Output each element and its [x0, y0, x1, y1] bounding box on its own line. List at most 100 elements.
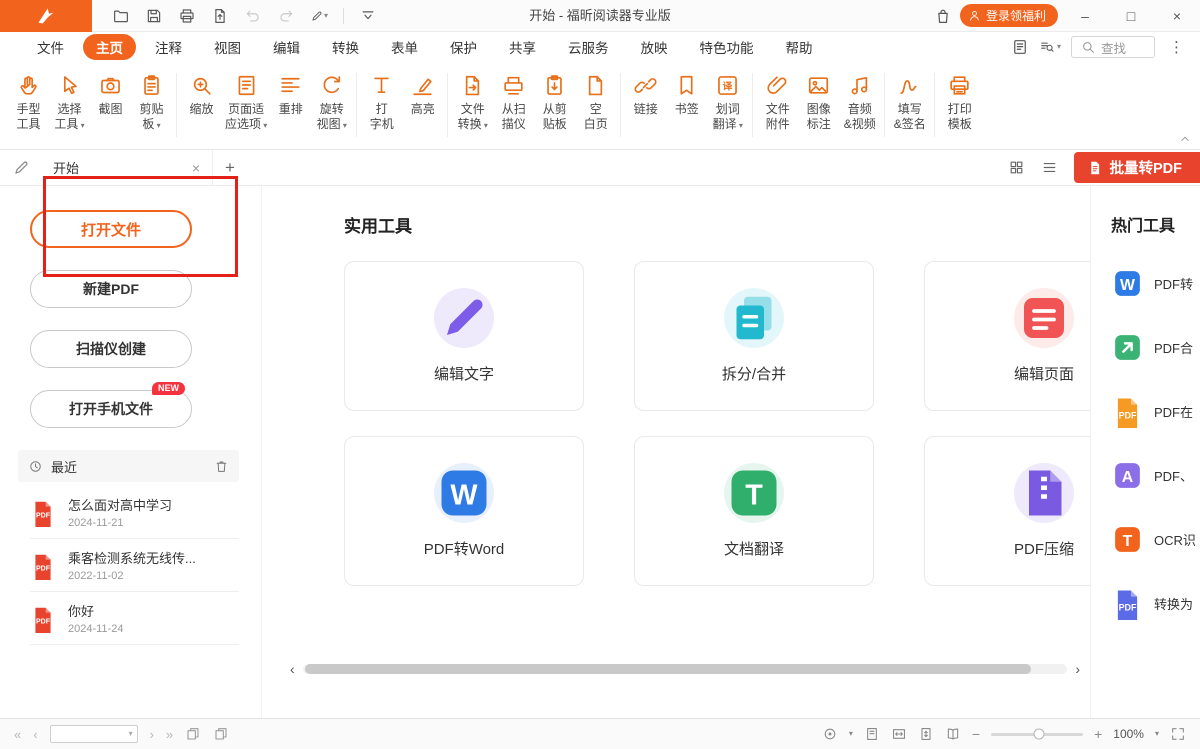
ribbon-tool-rotate-view[interactable]: 旋转视图 ▾ [311, 69, 352, 147]
ribbon-tool-blank-page[interactable]: 空白页 [575, 69, 616, 147]
ribbon-tool-page-fit-options[interactable]: 页面适应选项 ▾ [222, 69, 270, 147]
scrollbar-track[interactable] [303, 664, 1068, 674]
ribbon-tool-word-translate[interactable]: 译划词翻译 ▾ [707, 69, 748, 147]
first-page-button[interactable]: « [14, 728, 21, 741]
ribbon-tool-select-tool[interactable]: 选择工具 ▾ [49, 69, 90, 147]
open-folder-icon[interactable] [112, 7, 130, 25]
menu-item-home[interactable]: 主页 [83, 34, 136, 60]
ribbon-tool-snapshot[interactable]: 截图 [90, 69, 131, 147]
book-view-icon[interactable] [945, 726, 961, 742]
grid-view-icon[interactable] [1008, 159, 1025, 176]
hot-convert-to-pdf[interactable]: PDF转换为 [1111, 587, 1200, 620]
menu-item-help[interactable]: 帮助 [773, 34, 826, 60]
fullscreen-icon[interactable] [1170, 726, 1186, 742]
export-icon[interactable] [211, 7, 229, 25]
zoom-slider[interactable] [991, 733, 1083, 736]
fit-page-icon[interactable] [918, 726, 934, 742]
tool-card-pdf-to-word[interactable]: WPDF转Word [344, 436, 584, 586]
zoom-out-button[interactable]: − [972, 727, 980, 741]
open-file-button[interactable]: 打开文件 [30, 210, 192, 248]
hot-ocr[interactable]: TOCR识 [1111, 523, 1200, 556]
menu-item-protect[interactable]: 保护 [437, 34, 490, 60]
recent-file-item[interactable]: PDF你好2024-11-24 [30, 592, 239, 645]
menu-item-convert[interactable]: 转换 [319, 34, 372, 60]
tool-card-edit-text[interactable]: 编辑文字 [344, 261, 584, 411]
page-number-input[interactable]: ▾ [50, 725, 138, 743]
ribbon-tool-link[interactable]: 链接 [625, 69, 666, 147]
ribbon-tool-highlight[interactable]: 高亮 [402, 69, 443, 147]
menu-item-share[interactable]: 共享 [496, 34, 549, 60]
next-page-button[interactable]: › [150, 728, 154, 741]
ribbon-tool-typewriter[interactable]: 打字机 [361, 69, 402, 147]
ribbon-tool-file-attachment[interactable]: 文件附件 [757, 69, 798, 147]
zoom-slider-knob[interactable] [1033, 729, 1044, 740]
print-icon[interactable] [178, 7, 196, 25]
tool-card-edit-pages[interactable]: 编辑页面 [924, 261, 1090, 411]
ribbon-tool-print-template[interactable]: 打印模板 [939, 69, 980, 147]
ribbon-tool-hand-tool[interactable]: 手型工具 [8, 69, 49, 147]
menu-item-present[interactable]: 放映 [628, 34, 681, 60]
menu-item-file[interactable]: 文件 [24, 34, 77, 60]
scroll-left-icon[interactable]: ‹ [290, 662, 295, 676]
store-bag-icon[interactable] [934, 7, 952, 25]
clear-recent-trash-icon[interactable] [214, 459, 229, 474]
ribbon-tool-file-convert[interactable]: 文件转换 ▾ [452, 69, 493, 147]
zoom-level[interactable]: 100% [1113, 727, 1144, 741]
last-page-button[interactable]: » [166, 728, 173, 741]
tab-start[interactable]: 开始 × [45, 150, 213, 185]
more-menu-icon[interactable]: ⋮ [1165, 38, 1188, 56]
batch-convert-pdf-button[interactable]: 批量转PDF [1074, 152, 1200, 183]
select-zoom-icon[interactable] [822, 726, 838, 742]
ribbon-tool-audio-video[interactable]: 音频&视频 [839, 69, 880, 147]
ribbon-tool-from-scanner[interactable]: 从扫描仪 [493, 69, 534, 147]
prev-page-button[interactable]: ‹ [33, 728, 37, 741]
next-view-icon[interactable] [213, 726, 229, 742]
previous-view-icon[interactable] [185, 726, 201, 742]
recent-file-item[interactable]: PDF怎么面对高中学习2024-11-21 [30, 486, 239, 539]
ribbon-tool-bookmark[interactable]: 书签 [666, 69, 707, 147]
reader-mode-icon[interactable] [1011, 38, 1029, 56]
zoom-in-button[interactable]: + [1094, 727, 1102, 741]
redo-icon[interactable] [277, 7, 295, 25]
menu-item-comment[interactable]: 注释 [142, 34, 195, 60]
hot-pdf-word-convert[interactable]: APDF、 [1111, 459, 1200, 492]
actual-size-icon[interactable] [864, 726, 880, 742]
tab-close-icon[interactable]: × [190, 160, 202, 176]
tool-card-doc-translate[interactable]: T文档翻译 [634, 436, 874, 586]
recent-file-item[interactable]: PDF乘客检测系统无线传...2022-11-02 [30, 539, 239, 592]
ribbon-tool-from-clipboard[interactable]: 从剪贴板 [534, 69, 575, 147]
login-button[interactable]: 登录领福利 [960, 4, 1058, 27]
find-input[interactable]: 查找 [1071, 36, 1155, 58]
scanner-create-button[interactable]: 扫描仪创建 [30, 330, 192, 368]
menu-item-cloud[interactable]: 云服务 [555, 34, 622, 60]
menu-item-view[interactable]: 视图 [201, 34, 254, 60]
pen-tool-icon[interactable]: ▾ [310, 7, 328, 25]
collapse-ribbon-icon[interactable] [1178, 132, 1192, 146]
maximize-button[interactable]: □ [1112, 0, 1150, 32]
menu-item-form[interactable]: 表单 [378, 34, 431, 60]
hot-pdf-merge[interactable]: PDF合 [1111, 331, 1200, 364]
open-mobile-file-button[interactable]: 打开手机文件NEW [30, 390, 192, 428]
annotation-pencil-icon[interactable] [12, 158, 31, 177]
foxit-logo[interactable] [0, 0, 92, 32]
undo-icon[interactable] [244, 7, 262, 25]
ribbon-tool-clipboard[interactable]: 剪贴板 ▾ [131, 69, 172, 147]
ribbon-tool-fill-sign[interactable]: 填写&签名 [889, 69, 930, 147]
find-list-icon[interactable]: ▾ [1039, 38, 1061, 56]
scroll-right-icon[interactable]: › [1075, 662, 1080, 676]
scrollbar-thumb[interactable] [305, 664, 1031, 674]
new-pdf-button[interactable]: 新建PDF [30, 270, 192, 308]
close-button[interactable]: × [1158, 0, 1196, 32]
menu-item-featured[interactable]: 特色功能 [687, 34, 767, 60]
save-icon[interactable] [145, 7, 163, 25]
fit-width-icon[interactable] [891, 726, 907, 742]
tool-card-split-merge[interactable]: 拆分/合并 [634, 261, 874, 411]
minimize-button[interactable]: – [1066, 0, 1104, 32]
ribbon-tool-reflow[interactable]: 重排 [270, 69, 311, 147]
ribbon-tool-image-annotation[interactable]: 图像标注 [798, 69, 839, 147]
new-tab-button[interactable]: + [213, 158, 247, 178]
customize-toolbar-icon[interactable] [359, 7, 377, 25]
list-view-icon[interactable] [1041, 159, 1058, 176]
ribbon-tool-zoom[interactable]: 缩放 [181, 69, 222, 147]
tool-card-pdf-compress[interactable]: PDF压缩 [924, 436, 1090, 586]
